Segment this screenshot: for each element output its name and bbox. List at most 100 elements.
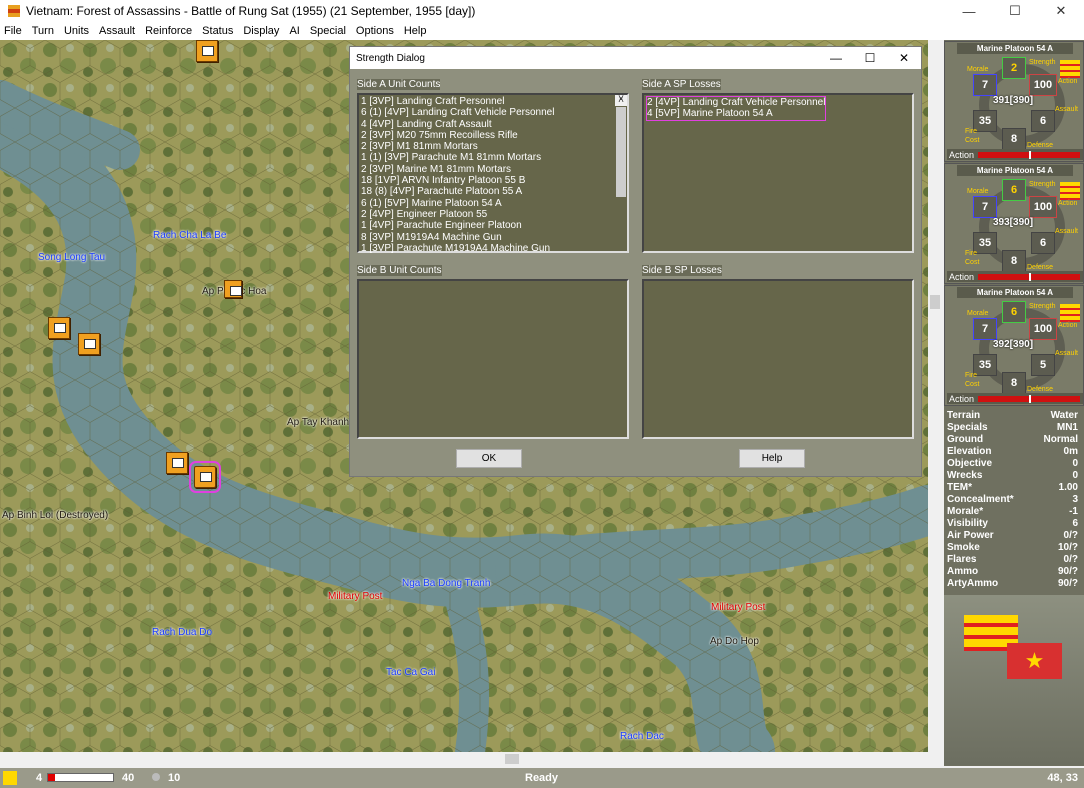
strength-value: 6 xyxy=(1002,301,1026,323)
stat-value: -1 xyxy=(1069,506,1078,517)
unit-count-item[interactable]: 1 [3VP] Parachute M1919A4 Machine Gun xyxy=(361,243,625,254)
stat-value: 6 xyxy=(1072,518,1078,529)
unit-count-item[interactable]: 4 [4VP] Landing Craft Assault xyxy=(361,119,625,130)
sp-loss-item[interactable]: 2 [4VP] Landing Craft Vehicle Personnel xyxy=(647,97,825,108)
morale-label: Morale xyxy=(967,188,989,195)
side-b-losses-list[interactable] xyxy=(642,279,914,439)
side-b-counts-list[interactable] xyxy=(357,279,629,439)
menu-special[interactable]: Special xyxy=(310,25,346,37)
map-label: Song Long Tau xyxy=(38,252,106,263)
close-button[interactable]: ✕ xyxy=(1038,0,1084,22)
side-flag-icon xyxy=(3,771,17,785)
stat-label: Elevation xyxy=(947,446,992,457)
scroll-down-button[interactable]: ˅ xyxy=(615,93,627,104)
stat-value: 0/? xyxy=(1063,530,1078,541)
unit-count-item[interactable]: 8 [3VP] M1919A4 Machine Gun xyxy=(361,232,625,243)
unit-count-item[interactable]: 18 (8) [4VP] Parachute Platoon 55 A xyxy=(361,186,625,197)
map-label: Ap Do Hop xyxy=(710,636,759,647)
dialog-minimize[interactable]: — xyxy=(819,47,853,69)
stat-label: Objective xyxy=(947,458,993,469)
stat-value: 90/? xyxy=(1057,578,1078,589)
defense-label: Defense xyxy=(1027,264,1054,271)
side-b-counts-label: Side B Unit Counts xyxy=(357,265,442,276)
minimize-button[interactable]: — xyxy=(946,0,992,22)
info-panel: Marine Platoon 54 A 2 7 100 3 5 6 8 391[3… xyxy=(944,40,1084,766)
menu-ai[interactable]: AI xyxy=(289,25,299,37)
unit-count-item[interactable]: 6 (1) [5VP] Marine Platoon 54 A xyxy=(361,198,625,209)
objective-marker[interactable] xyxy=(224,280,242,298)
assault-value: 6 xyxy=(1031,110,1055,132)
maximize-button[interactable]: ☐ xyxy=(992,0,1038,22)
map-vertical-scrollbar[interactable] xyxy=(928,40,942,752)
action-value: 100 xyxy=(1029,74,1057,96)
dialog-maximize[interactable]: ☐ xyxy=(853,47,887,69)
unit-counter[interactable] xyxy=(166,452,188,474)
max-turn: 40 xyxy=(122,772,135,784)
menu-units[interactable]: Units xyxy=(64,25,89,37)
unit-count-item[interactable]: 18 [1VP] ARVN Infantry Platoon 55 B xyxy=(361,175,625,186)
unit-count-item[interactable]: 2 [3VP] M1 81mm Mortars xyxy=(361,141,625,152)
stat-value: 0 xyxy=(1072,470,1078,481)
menu-status[interactable]: Status xyxy=(202,25,233,37)
morale-value: 7 xyxy=(973,196,997,218)
stat-label: Flares xyxy=(947,554,977,565)
selected-unit-counter[interactable] xyxy=(189,461,221,493)
map-label: Rach Dua Do xyxy=(152,627,213,638)
morale-label: Morale xyxy=(967,66,989,73)
unit-count-item[interactable]: 2 [3VP] Marine M1 81mm Mortars xyxy=(361,164,625,175)
defense-label: Defense xyxy=(1027,142,1054,149)
dialog-close[interactable]: ✕ xyxy=(887,47,921,69)
unit-card[interactable]: Marine Platoon 54 A 6 7 100 35 6 8 393[3… xyxy=(944,163,1084,284)
defense-value: 8 xyxy=(1002,372,1026,394)
ok-button[interactable]: OK xyxy=(456,449,522,468)
unit-counter[interactable] xyxy=(196,40,218,62)
menu-display[interactable]: Display xyxy=(243,25,279,37)
stat-row: Objective 0 xyxy=(947,458,1078,470)
unit-card[interactable]: Marine Platoon 54 A 2 7 100 35 6 8 391[3… xyxy=(944,41,1084,162)
menu-assault[interactable]: Assault xyxy=(99,25,135,37)
unit-points: 393[390] xyxy=(993,217,1034,228)
stat-row: Visibility 6 xyxy=(947,518,1078,530)
menu-options[interactable]: Options xyxy=(356,25,394,37)
menu-file[interactable]: File xyxy=(4,25,22,37)
unit-card[interactable]: Marine Platoon 54 A 6 7 100 35 5 8 392[3… xyxy=(944,285,1084,406)
unit-counter[interactable] xyxy=(78,333,100,355)
strength-label: Strength xyxy=(1029,303,1056,310)
side-a-counts-list[interactable]: ˄ ˅ 1 [3VP] Landing Craft Personnel 6 (1)… xyxy=(357,93,629,254)
action-bar xyxy=(978,272,1080,281)
stat-row: Specials MN1 xyxy=(947,422,1078,434)
stat-label: Smoke xyxy=(947,542,980,553)
stat-row: Elevation 0m xyxy=(947,446,1078,458)
unit-count-item[interactable]: 1 (1) [3VP] Parachute M1 81mm Mortars xyxy=(361,152,625,163)
stat-label: ArtyAmmo xyxy=(947,578,999,589)
unit-count-item[interactable]: 6 (1) [4VP] Landing Craft Vehicle Person… xyxy=(361,107,625,118)
unit-count-item[interactable]: 2 [4VP] Engineer Platoon 55 xyxy=(361,209,625,220)
side-b-losses-label: Side B SP Losses xyxy=(642,265,722,276)
action-value: 100 xyxy=(1029,196,1057,218)
menu-help[interactable]: Help xyxy=(404,25,427,37)
unit-count-item[interactable]: 1 [3VP] Landing Craft Personnel xyxy=(361,96,625,107)
stat-row: Concealment* 3 xyxy=(947,494,1078,506)
unit-count-item[interactable]: 2 [3VP] M20 75mm Recoilless Rifle xyxy=(361,130,625,141)
stat-row: Ammo 90/? xyxy=(947,566,1078,578)
stat-label: Terrain xyxy=(947,410,981,421)
stat-row: TEM* 1.00 xyxy=(947,482,1078,494)
weather-icon xyxy=(152,773,160,781)
unit-count-item[interactable]: 1 [4VP] Parachute Engineer Platoon xyxy=(361,220,625,231)
side-a-losses-list[interactable]: 2 [4VP] Landing Craft Vehicle Personnel 4… xyxy=(642,93,914,253)
fire-label: Fire xyxy=(965,372,978,379)
stat-row: Morale* -1 xyxy=(947,506,1078,518)
stat-value: 0/? xyxy=(1063,554,1078,565)
stat-value: 90/? xyxy=(1057,566,1078,577)
menu-reinforce[interactable]: Reinforce xyxy=(145,25,192,37)
menu-turn[interactable]: Turn xyxy=(32,25,54,37)
action-bar xyxy=(978,150,1080,159)
stat-row: Flares 0/? xyxy=(947,554,1078,566)
stat-value: Normal xyxy=(1043,434,1078,445)
map-horizontal-scrollbar[interactable] xyxy=(0,752,942,766)
unit-counter[interactable] xyxy=(48,317,70,339)
sp-loss-item[interactable]: 4 [5VP] Marine Platoon 54 A xyxy=(647,108,825,119)
list-scrollbar[interactable]: ˄ ˅ xyxy=(615,93,627,197)
map-label: Ap Binh Loi (Destroyed) xyxy=(2,510,109,521)
help-button[interactable]: Help xyxy=(739,449,805,468)
